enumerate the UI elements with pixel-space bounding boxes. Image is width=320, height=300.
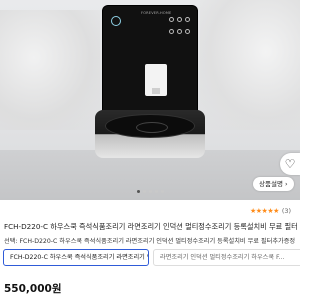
gallery-dot[interactable] <box>142 190 146 193</box>
water-nozzle <box>145 64 167 96</box>
option-selector-list: FCH-D220-C 하우스쿡 즉석식품조리기 라면조리기 인... 라면조리기… <box>3 249 300 267</box>
appliance-brand: FOREVER.HOME <box>141 11 172 15</box>
noodle-cooker-appliance: FOREVER.HOME <box>95 6 205 158</box>
option-value: FCH-D220-C 하우스쿡 즉석식품조리기 라면조리기 인덕션 멀티정수조리… <box>19 238 296 245</box>
power-dial-icon <box>111 16 121 26</box>
induction-plate <box>105 114 195 138</box>
gallery-dot[interactable] <box>136 190 140 193</box>
option-chip[interactable]: FCH-D220-C 하우스쿡 즉석식품조리기 라면조리기 인... <box>3 249 149 266</box>
background-blur-right <box>200 0 300 130</box>
product-title: FCH-D220-C 하우스쿡 즉석식품조리기 라면조리기 인덕션 멀티정수조리… <box>4 222 298 231</box>
appliance-base <box>95 110 205 158</box>
gallery-dots <box>0 190 300 196</box>
wishlist-heart-icon[interactable]: ♡ <box>280 153 300 175</box>
rating[interactable]: ★★★★★ (3) <box>250 207 291 215</box>
background-blur-left <box>0 10 100 130</box>
gallery-dot[interactable] <box>148 190 152 193</box>
selected-option: 선택: FCH-D220-C 하우스쿡 즉석식품조리기 라면조리기 인덕션 멀티… <box>4 236 298 245</box>
gallery-dot[interactable] <box>160 190 164 193</box>
star-rating-icon: ★★★★★ <box>250 207 279 215</box>
review-count: (3) <box>281 207 292 215</box>
appliance-tower: FOREVER.HOME <box>103 6 197 118</box>
gallery-dot[interactable] <box>154 190 158 193</box>
product-image[interactable]: FOREVER.HOME <box>0 0 300 200</box>
option-chip[interactable]: 라면조리기 인덕션 멀티정수조리기 하우스쿡 F... <box>153 249 300 266</box>
product-info-button[interactable]: 상품설명 › <box>253 177 294 191</box>
product-page: FOREVER.HOME ♡ 상품설명 › ★★★★★ (3) FCH-D220… <box>0 0 300 300</box>
control-keypad-icon <box>169 17 191 37</box>
price: 550,000원 <box>4 283 62 295</box>
option-label: 선택: <box>4 238 18 245</box>
